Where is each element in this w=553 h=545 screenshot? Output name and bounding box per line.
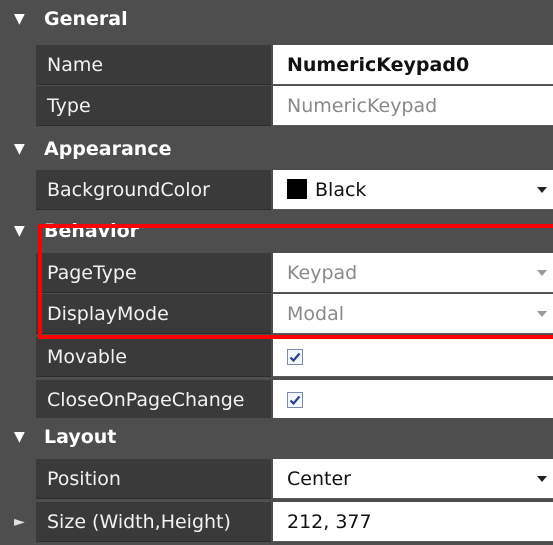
property-row-display-mode: DisplayMode Modal	[0, 294, 553, 334]
position-dropdown[interactable]: Center	[273, 459, 553, 499]
background-color-value: Black	[315, 179, 367, 201]
property-grid: ▼ General Name NumericKeypad0 Type Numer…	[0, 0, 553, 545]
background-color-dropdown[interactable]: Black	[273, 170, 553, 210]
property-row-close-on-page-change: CloseOnPageChange	[0, 380, 553, 420]
property-value-name[interactable]: NumericKeypad0	[273, 45, 553, 85]
property-label-page-type: PageType	[36, 253, 271, 293]
section-title-behavior: Behavior	[44, 220, 140, 242]
property-value-type: NumericKeypad	[273, 86, 553, 126]
property-label-movable: Movable	[36, 337, 271, 377]
collapse-arrow-icon[interactable]: ▼	[14, 141, 25, 157]
property-label-type: Type	[36, 86, 271, 126]
section-layout[interactable]: ▼ Layout	[0, 418, 553, 458]
property-label-position: Position	[36, 459, 271, 499]
property-label-name: Name	[36, 45, 271, 85]
property-row-size: ► Size (Width,Height) 212, 377	[0, 502, 553, 542]
section-appearance[interactable]: ▼ Appearance	[0, 130, 553, 170]
property-row-page-type: PageType Keypad	[0, 253, 553, 293]
movable-checkbox[interactable]	[287, 349, 303, 365]
close-on-page-change-checkbox[interactable]	[287, 392, 303, 408]
property-label-size: Size (Width,Height)	[36, 502, 271, 542]
property-row-movable: Movable	[0, 337, 553, 377]
checkmark-icon	[289, 352, 301, 363]
dropdown-arrow-icon[interactable]	[537, 311, 547, 317]
property-label-close-on-page-change: CloseOnPageChange	[36, 380, 271, 420]
property-row-position: Position Center	[0, 459, 553, 499]
section-title-layout: Layout	[44, 426, 117, 448]
page-type-dropdown[interactable]: Keypad	[273, 253, 553, 293]
checkmark-icon	[289, 395, 301, 406]
property-label-background-color: BackgroundColor	[36, 170, 271, 210]
section-title-appearance: Appearance	[44, 138, 172, 160]
expand-arrow-icon[interactable]: ►	[14, 514, 25, 530]
display-mode-value: Modal	[287, 303, 344, 325]
dropdown-arrow-icon[interactable]	[537, 270, 547, 276]
collapse-arrow-icon[interactable]: ▼	[14, 429, 25, 445]
page-type-value: Keypad	[287, 262, 358, 284]
property-value-movable	[273, 337, 553, 377]
property-row-name: Name NumericKeypad0	[0, 45, 553, 85]
property-value-size[interactable]: 212, 377	[273, 502, 553, 542]
dropdown-arrow-icon[interactable]	[537, 187, 547, 193]
dropdown-arrow-icon[interactable]	[537, 476, 547, 482]
position-value: Center	[287, 468, 351, 490]
collapse-arrow-icon[interactable]: ▼	[14, 223, 25, 239]
collapse-arrow-icon[interactable]: ▼	[14, 11, 25, 27]
section-general[interactable]: ▼ General	[0, 0, 553, 40]
section-behavior[interactable]: ▼ Behavior	[0, 212, 553, 252]
color-swatch	[287, 179, 307, 199]
property-row-background-color: BackgroundColor Black	[0, 170, 553, 210]
display-mode-dropdown[interactable]: Modal	[273, 294, 553, 334]
property-value-close-on-page-change	[273, 380, 553, 420]
property-label-display-mode: DisplayMode	[36, 294, 271, 334]
section-title-general: General	[44, 8, 128, 30]
property-row-type: Type NumericKeypad	[0, 86, 553, 126]
